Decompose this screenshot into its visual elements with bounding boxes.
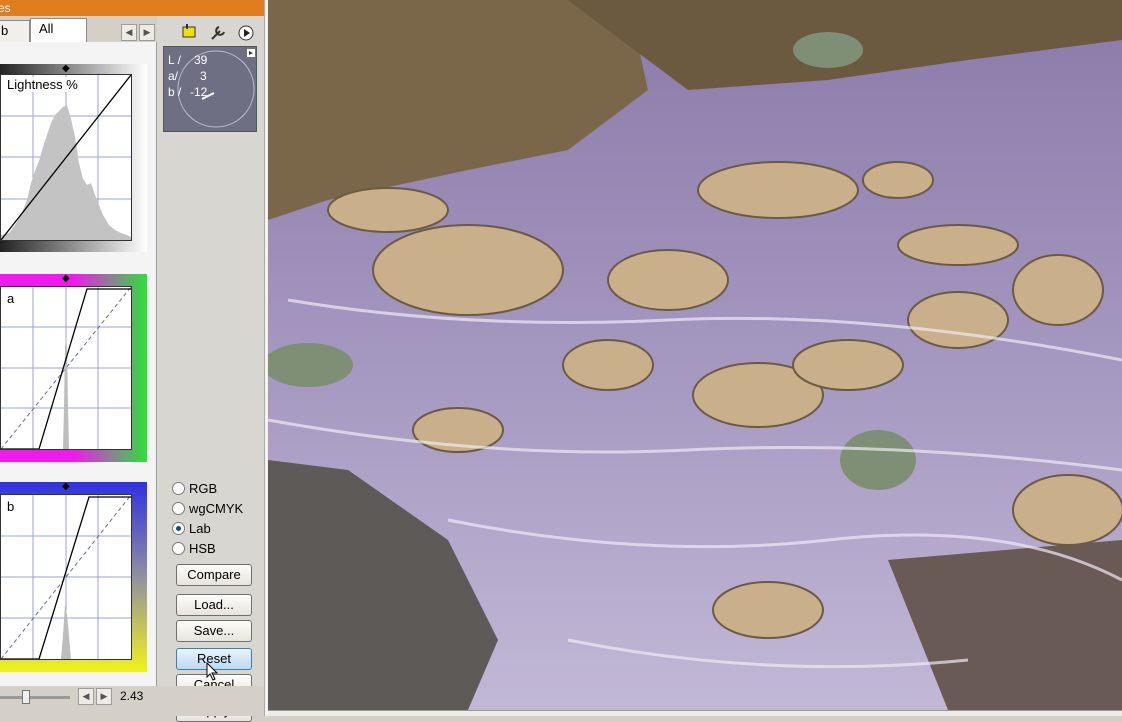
value-increase-button[interactable]: ▶ (96, 688, 112, 705)
lightness-curve-graph (1, 75, 131, 240)
chevron-left-icon: ◀ (82, 691, 90, 701)
tab-prev-button[interactable]: ◀ (121, 24, 137, 41)
bottom-bar: ◀ ▶ 2.43 (0, 686, 264, 716)
load-button[interactable]: Load... (176, 594, 252, 616)
river-photo (268, 0, 1122, 710)
play-icon[interactable] (236, 24, 256, 44)
b-label: b / (168, 85, 182, 99)
image-preview[interactable] (268, 0, 1122, 710)
curve-label: b (7, 499, 15, 514)
l-label: L / (168, 53, 181, 67)
b-curve-editor[interactable]: b (0, 494, 132, 660)
curve-label: a (7, 291, 15, 306)
chevron-right-icon: ▶ (100, 691, 108, 701)
zoom-slider-track[interactable] (0, 696, 70, 699)
mouse-pointer-icon (206, 662, 219, 681)
value-decrease-button[interactable]: ◀ (78, 688, 94, 705)
lightness-histogram (1, 105, 131, 240)
tab-next-button[interactable]: ▶ (139, 24, 155, 41)
tab-all[interactable]: All (30, 18, 87, 44)
sampler-icon[interactable] (180, 24, 200, 44)
color-readout: L / 39 a/ 3 b / -12 (163, 46, 257, 132)
wrench-icon[interactable] (208, 24, 228, 44)
curves-panel: ◆ Lightness % ◆ a ◆ b (0, 42, 157, 686)
zoom-slider-thumb[interactable] (22, 690, 30, 704)
chevron-left-icon: ◀ (125, 27, 133, 37)
a-label: a/ (168, 69, 179, 83)
lightness-curve-frame: ◆ Lightness % (0, 64, 147, 252)
tab-label: b (1, 23, 9, 38)
save-button[interactable]: Save... (176, 620, 252, 642)
mode-label: RGB (189, 481, 218, 496)
title-bar: es (0, 0, 266, 16)
mode-label: Lab (189, 521, 211, 536)
chevron-right-icon: ▶ (143, 27, 151, 37)
marker-icon[interactable]: ◆ (62, 64, 70, 74)
gamma-value: 2.43 (120, 689, 144, 703)
a-curve-graph (1, 287, 131, 449)
horizontal-scrollbar[interactable] (268, 710, 1122, 716)
a-curve-frame: ◆ a (0, 274, 147, 462)
a-curve-editor[interactable]: a (0, 286, 132, 450)
window-title: es (0, 1, 11, 15)
b-histogram (61, 605, 71, 659)
a-value: 3 (200, 69, 207, 83)
tab-label: All (39, 21, 54, 36)
compare-button[interactable]: Compare (176, 564, 252, 586)
marker-icon[interactable]: ◆ (62, 482, 70, 492)
l-value: 39 (194, 53, 208, 67)
b-curve-graph (1, 495, 131, 659)
lightness-curve-editor[interactable]: Lightness % (0, 74, 132, 241)
b-value: -12 (190, 85, 208, 99)
marker-icon[interactable]: ◆ (62, 274, 70, 284)
b-curve-frame: ◆ b (0, 482, 147, 672)
mode-label: HSB (189, 541, 216, 556)
curve-label: Lightness % (7, 77, 78, 92)
mode-label: wgCMYK (189, 501, 244, 516)
tab-b[interactable]: b (0, 20, 30, 42)
